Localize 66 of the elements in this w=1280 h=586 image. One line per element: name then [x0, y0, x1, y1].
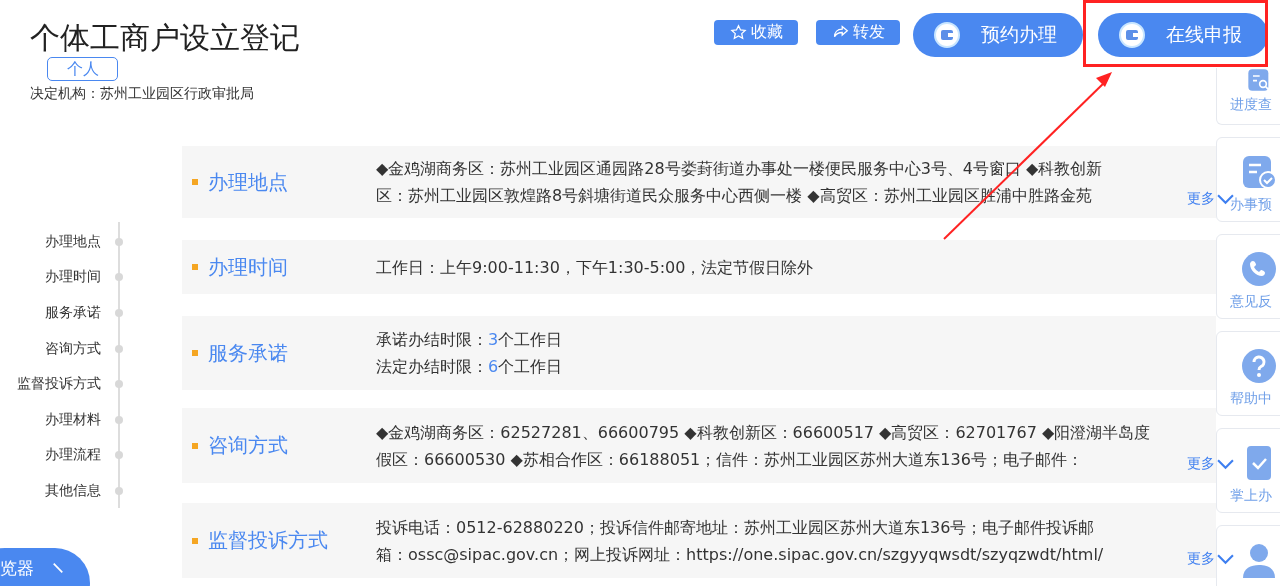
dock-item[interactable]: 进度查	[1216, 68, 1280, 125]
timeline-dot	[115, 309, 123, 317]
share-button[interactable]: 转发	[816, 20, 900, 45]
wallet-icon	[933, 21, 961, 49]
info-text: 假区：66600530 ◆苏相合作区：66188051；信件：苏州工业园区苏州大道东136号；电子邮件：	[376, 448, 1084, 471]
bullet-icon	[192, 179, 198, 185]
star-icon	[729, 24, 747, 41]
chevron-right-icon	[52, 562, 64, 574]
phone-icon	[1241, 251, 1277, 287]
chevron-down-icon	[1217, 553, 1234, 565]
timeline-dot	[115, 237, 123, 246]
limit-value: 6	[488, 357, 499, 376]
favorite-button[interactable]: 收藏	[714, 20, 798, 45]
info-text: 工作日：上午9:00-11:30，下午1:30-5:00，法定节假日除外	[376, 256, 814, 279]
category-tag: 个人	[47, 57, 118, 81]
dock-item[interactable]: 掌上办	[1216, 428, 1280, 513]
service-button[interactable]: 在线申报	[1098, 13, 1268, 57]
nav-link[interactable]: 咨询方式	[0, 339, 101, 358]
section-title: 监督投诉方式	[208, 527, 328, 554]
section-title: 办理时间	[208, 253, 288, 281]
nav-link[interactable]: 其他信息	[0, 481, 101, 500]
section-title: 办理地点	[208, 168, 288, 196]
document-check-icon	[1241, 154, 1277, 190]
limit-value: 3	[488, 330, 499, 349]
nav-link[interactable]: 办理地点	[0, 232, 101, 251]
browser-button[interactable]: 览器	[0, 548, 90, 586]
timeline-dot	[115, 344, 123, 353]
timeline-dot	[115, 486, 123, 495]
nav-link[interactable]: 服务承诺	[0, 304, 101, 322]
timeline-dot	[115, 380, 123, 389]
timeline-dot	[115, 273, 123, 282]
bullet-icon	[192, 264, 198, 270]
bullet-icon	[192, 350, 198, 356]
timeline-dot	[115, 451, 123, 460]
authority-text: 决定机构：苏州工业园区行政审批局	[30, 85, 255, 103]
info-text: 箱：ossc@sipac.gov.cn；网上投诉网址：https://one.sipac.gov.cn/szgyyqwsdt/szyqzwdt/html/	[376, 543, 1104, 566]
dock-label: 意见反	[1230, 293, 1272, 311]
nav-link[interactable]: 办理流程	[0, 446, 101, 465]
dock-item[interactable]: 办事预	[1216, 137, 1280, 222]
nav-link[interactable]: 办理时间	[0, 268, 101, 287]
person-icon	[1241, 542, 1277, 578]
chevron-down-icon	[1217, 458, 1234, 470]
limit-unit: 个工作日	[498, 357, 563, 376]
limit-label: 承诺办结时限：	[376, 330, 488, 349]
bullet-icon	[192, 537, 198, 544]
section-title: 咨询方式	[208, 432, 288, 459]
page-title: 个体工商户设立登记	[30, 20, 300, 56]
bullet-icon	[192, 442, 198, 449]
dock-label: 办事预	[1230, 196, 1272, 214]
service-button[interactable]: 预约办理	[913, 13, 1083, 57]
nav-link[interactable]: 监督投诉方式	[0, 375, 101, 394]
dock-item[interactable]: 意见反	[1216, 234, 1280, 319]
timeline-dot	[115, 415, 123, 424]
more-link[interactable]: 更多	[1187, 550, 1234, 568]
help-icon	[1241, 348, 1277, 384]
limit-unit: 个工作日	[498, 330, 563, 349]
nav-link[interactable]: 办理材料	[0, 410, 101, 429]
dock-label: 掌上办	[1230, 487, 1272, 505]
dock-label: 进度查	[1230, 96, 1272, 114]
section-title: 服务承诺	[208, 339, 288, 367]
limit-label: 法定办结时限：	[376, 357, 488, 376]
dock-label: 帮助中	[1230, 390, 1272, 408]
info-text: 投诉电话：0512-62880220；投诉信件邮寄地址：苏州工业园区苏州大道东136号；电子邮件投诉邮	[376, 516, 1096, 539]
info-text: ◆金鸡湖商务区：62527281、66600795 ◆科教创新区：66600517 ◆高贸区：62701767 ◆阳澄湖半岛度	[376, 421, 1151, 444]
dock-item[interactable]: 帮助中	[1216, 331, 1280, 416]
wallet-icon	[1118, 21, 1146, 49]
